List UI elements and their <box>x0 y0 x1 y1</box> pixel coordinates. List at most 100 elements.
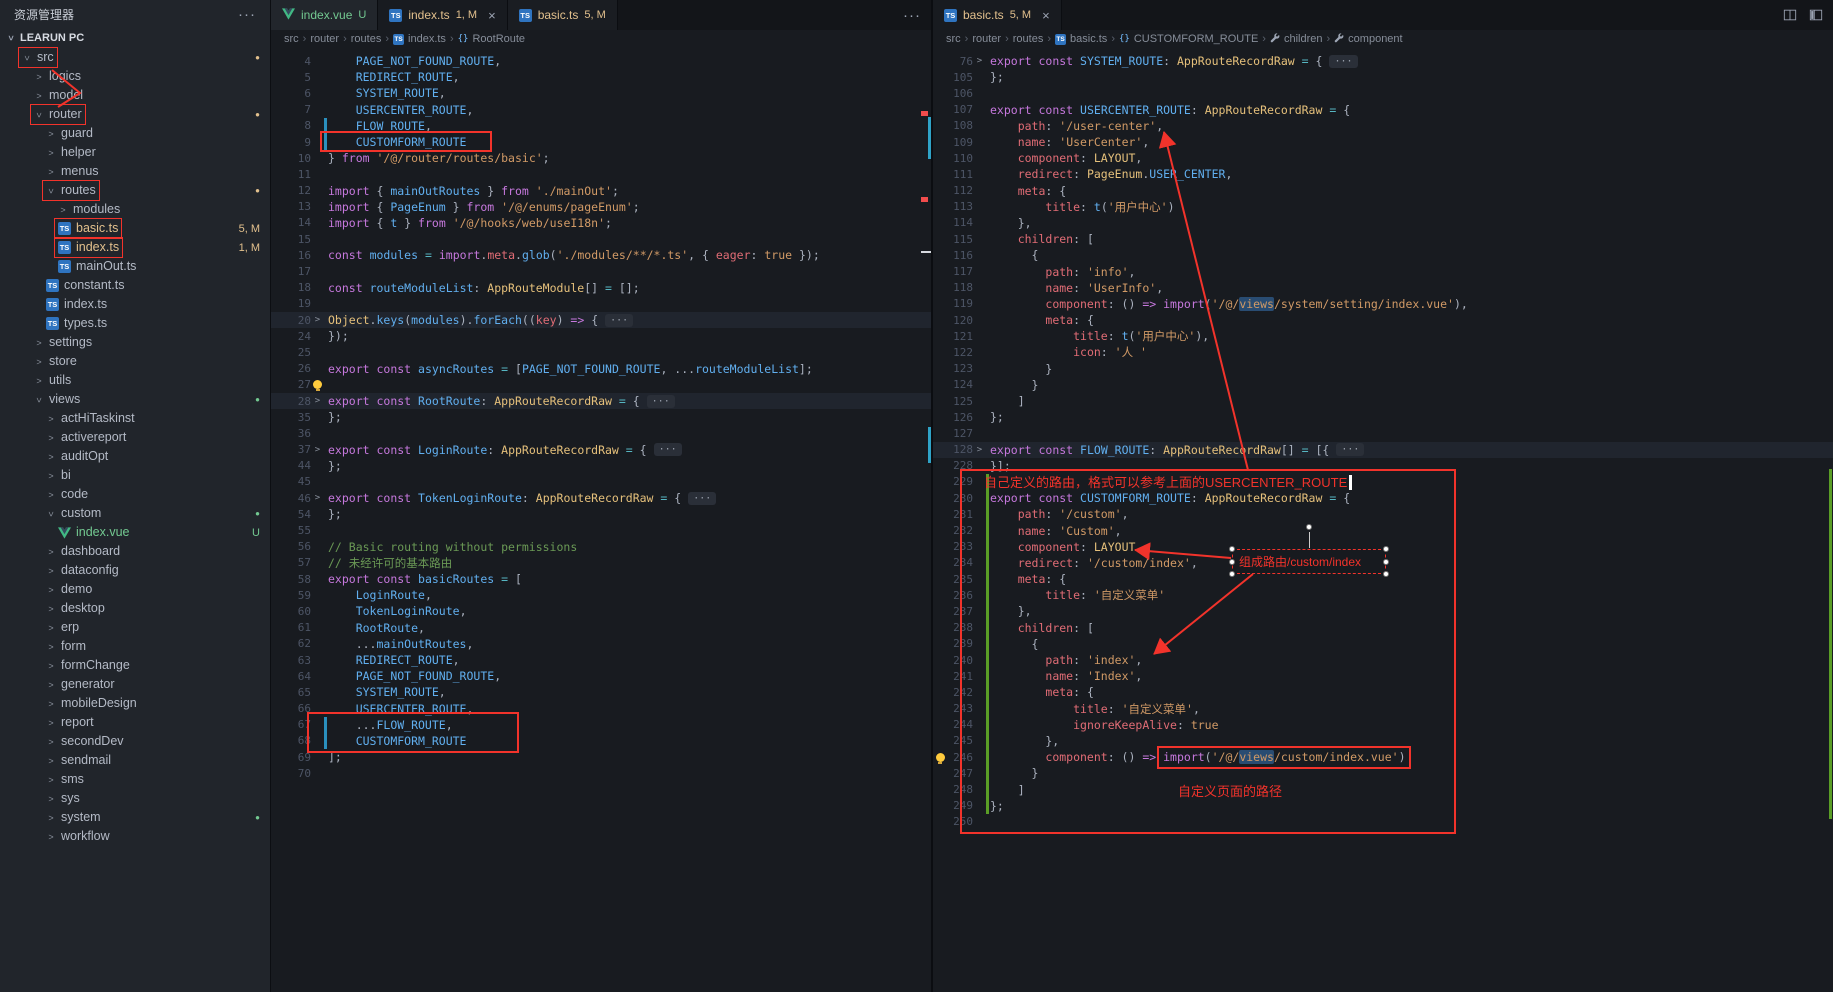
code-line-5[interactable]: 5 REDIRECT_ROUTE, <box>271 69 931 85</box>
code-line-124[interactable]: 124 } <box>933 377 1833 393</box>
code-line-8[interactable]: 8 FLOW_ROUTE, <box>271 118 931 134</box>
resize-handle-right[interactable] <box>1383 559 1389 565</box>
code-line-119[interactable]: 119 component: () => import('/@/views/sy… <box>933 296 1833 312</box>
code-line-35[interactable]: 35}; <box>271 409 931 425</box>
code-line-58[interactable]: 58export const basicRoutes = [ <box>271 571 931 587</box>
explorer-folder-model[interactable]: >model <box>0 86 270 105</box>
resize-handle-bottom-left[interactable] <box>1229 571 1235 577</box>
code-line-230[interactable]: 230export const CUSTOMFORM_ROUTE: AppRou… <box>933 490 1833 506</box>
code-line-66[interactable]: 66 USERCENTER_ROUTE, <box>271 701 931 717</box>
explorer-folder-views[interactable]: >views● <box>0 390 270 409</box>
explorer-file-index.ts[interactable]: TSindex.ts <box>0 295 270 314</box>
fold-chevron-icon[interactable]: > <box>315 315 320 325</box>
code-line-229[interactable]: 229 <box>933 474 1833 490</box>
explorer-file-constant.ts[interactable]: TSconstant.ts <box>0 276 270 295</box>
folded-code-chip[interactable]: ··· <box>647 395 675 408</box>
code-line-7[interactable]: 7 USERCENTER_ROUTE, <box>271 102 931 118</box>
explorer-file-mainOut.ts[interactable]: TSmainOut.ts <box>0 257 270 276</box>
breadcrumb-item-routes[interactable]: routes <box>351 33 382 45</box>
code-line-127[interactable]: 127 <box>933 425 1833 441</box>
code-line-20[interactable]: 20>Object.keys(modules).forEach((key) =>… <box>271 312 931 328</box>
explorer-folder-logics[interactable]: >logics <box>0 67 270 86</box>
explorer-folder-code[interactable]: >code <box>0 485 270 504</box>
explorer-folder-secondDev[interactable]: >secondDev <box>0 732 270 751</box>
fold-chevron-icon[interactable]: > <box>315 493 320 503</box>
code-line-122[interactable]: 122 icon: '人 ' <box>933 344 1833 360</box>
code-line-12[interactable]: 12import { mainOutRoutes } from './mainO… <box>271 183 931 199</box>
explorer-folder-formChange[interactable]: >formChange <box>0 656 270 675</box>
resize-handle-left[interactable] <box>1229 559 1235 565</box>
breadcrumb-item-CUSTOMFORM_ROUTE[interactable]: {}CUSTOMFORM_ROUTE <box>1119 33 1258 45</box>
explorer-file-basic.ts[interactable]: TSbasic.ts5, M <box>0 219 270 238</box>
code-line-123[interactable]: 123 } <box>933 361 1833 377</box>
explorer-folder-mobileDesign[interactable]: >mobileDesign <box>0 694 270 713</box>
code-line-19[interactable]: 19 <box>271 296 931 312</box>
code-line-107[interactable]: 107export const USERCENTER_ROUTE: AppRou… <box>933 102 1833 118</box>
code-line-249[interactable]: 249}; <box>933 798 1833 814</box>
code-line-121[interactable]: 121 title: t('用户中心'), <box>933 328 1833 344</box>
code-line-68[interactable]: 68 CUSTOMFORM_ROUTE <box>271 733 931 749</box>
explorer-folder-sys[interactable]: >sys <box>0 789 270 808</box>
tab-basic.ts[interactable]: TSbasic.ts5, M <box>508 0 618 30</box>
fold-chevron-icon[interactable]: > <box>977 56 982 66</box>
code-line-247[interactable]: 247 } <box>933 765 1833 781</box>
annotation-textbox-route-compose[interactable]: 组成路由/custom/index <box>1232 549 1386 574</box>
tab-index.vue[interactable]: index.vueU <box>271 0 378 30</box>
code-line-36[interactable]: 36 <box>271 425 931 441</box>
code-line-240[interactable]: 240 path: 'index', <box>933 652 1833 668</box>
code-editor-basic-ts[interactable]: 76>export const SYSTEM_ROUTE: AppRouteRe… <box>933 48 1833 830</box>
explorer-folder-settings[interactable]: >settings <box>0 333 270 352</box>
explorer-folder-router[interactable]: >router● <box>0 105 270 124</box>
code-line-242[interactable]: 242 meta: { <box>933 684 1833 700</box>
explorer-file-types.ts[interactable]: TStypes.ts <box>0 314 270 333</box>
code-line-248[interactable]: 248 ] <box>933 781 1833 797</box>
explorer-folder-modules[interactable]: >modules <box>0 200 270 219</box>
lightbulb-icon[interactable] <box>936 753 945 762</box>
code-line-228[interactable]: 228}]; <box>933 458 1833 474</box>
overview-ruler-right[interactable] <box>1821 48 1833 992</box>
code-line-18[interactable]: 18const routeModuleList: AppRouteModule[… <box>271 280 931 296</box>
code-line-237[interactable]: 237 }, <box>933 603 1833 619</box>
code-line-17[interactable]: 17 <box>271 263 931 279</box>
code-line-113[interactable]: 113 title: t('用户中心') <box>933 199 1833 215</box>
rotate-handle[interactable] <box>1306 524 1312 530</box>
explorer-folder-report[interactable]: >report <box>0 713 270 732</box>
explorer-folder-system[interactable]: >system● <box>0 808 270 827</box>
explorer-folder-guard[interactable]: >guard <box>0 124 270 143</box>
more-actions-icon[interactable]: ··· <box>903 7 921 24</box>
explorer-folder-routes[interactable]: >routes● <box>0 181 270 200</box>
code-line-250[interactable]: 250 <box>933 814 1833 830</box>
code-line-16[interactable]: 16const modules = import.meta.glob('./mo… <box>271 247 931 263</box>
code-line-118[interactable]: 118 name: 'UserInfo', <box>933 280 1833 296</box>
code-line-125[interactable]: 125 ] <box>933 393 1833 409</box>
code-line-109[interactable]: 109 name: 'UserCenter', <box>933 134 1833 150</box>
tab-index.ts[interactable]: TSindex.ts1, M× <box>378 0 507 30</box>
explorer-folder-src[interactable]: >src● <box>0 48 270 67</box>
code-line-236[interactable]: 236 title: '自定义菜单' <box>933 587 1833 603</box>
code-line-57[interactable]: 57// 未经许可的基本路由 <box>271 555 931 571</box>
explorer-folder-dashboard[interactable]: >dashboard <box>0 542 270 561</box>
explorer-folder-sms[interactable]: >sms <box>0 770 270 789</box>
code-line-243[interactable]: 243 title: '自定义菜单', <box>933 701 1833 717</box>
code-line-55[interactable]: 55 <box>271 522 931 538</box>
breadcrumb-item-component[interactable]: component <box>1334 33 1402 46</box>
code-line-105[interactable]: 105}; <box>933 69 1833 85</box>
code-line-117[interactable]: 117 path: 'info', <box>933 263 1833 279</box>
code-line-111[interactable]: 111 redirect: PageEnum.USER_CENTER, <box>933 166 1833 182</box>
code-line-46[interactable]: 46>export const TokenLoginRoute: AppRout… <box>271 490 931 506</box>
explorer-folder-helper[interactable]: >helper <box>0 143 270 162</box>
explorer-folder-activereport[interactable]: >activereport <box>0 428 270 447</box>
code-line-25[interactable]: 25 <box>271 344 931 360</box>
code-line-241[interactable]: 241 name: 'Index', <box>933 668 1833 684</box>
code-line-4[interactable]: 4 PAGE_NOT_FOUND_ROUTE, <box>271 53 931 69</box>
code-line-126[interactable]: 126}; <box>933 409 1833 425</box>
breadcrumb-item-src[interactable]: src <box>946 33 961 45</box>
code-line-14[interactable]: 14import { t } from '/@/hooks/web/useI18… <box>271 215 931 231</box>
split-editor-icon[interactable] <box>1783 8 1797 22</box>
code-line-9[interactable]: 9 CUSTOMFORM_ROUTE <box>271 134 931 150</box>
code-line-63[interactable]: 63 REDIRECT_ROUTE, <box>271 652 931 668</box>
code-line-26[interactable]: 26export const asyncRoutes = [PAGE_NOT_F… <box>271 361 931 377</box>
code-line-45[interactable]: 45 <box>271 474 931 490</box>
explorer-folder-demo[interactable]: >demo <box>0 580 270 599</box>
explorer-folder-bi[interactable]: >bi <box>0 466 270 485</box>
